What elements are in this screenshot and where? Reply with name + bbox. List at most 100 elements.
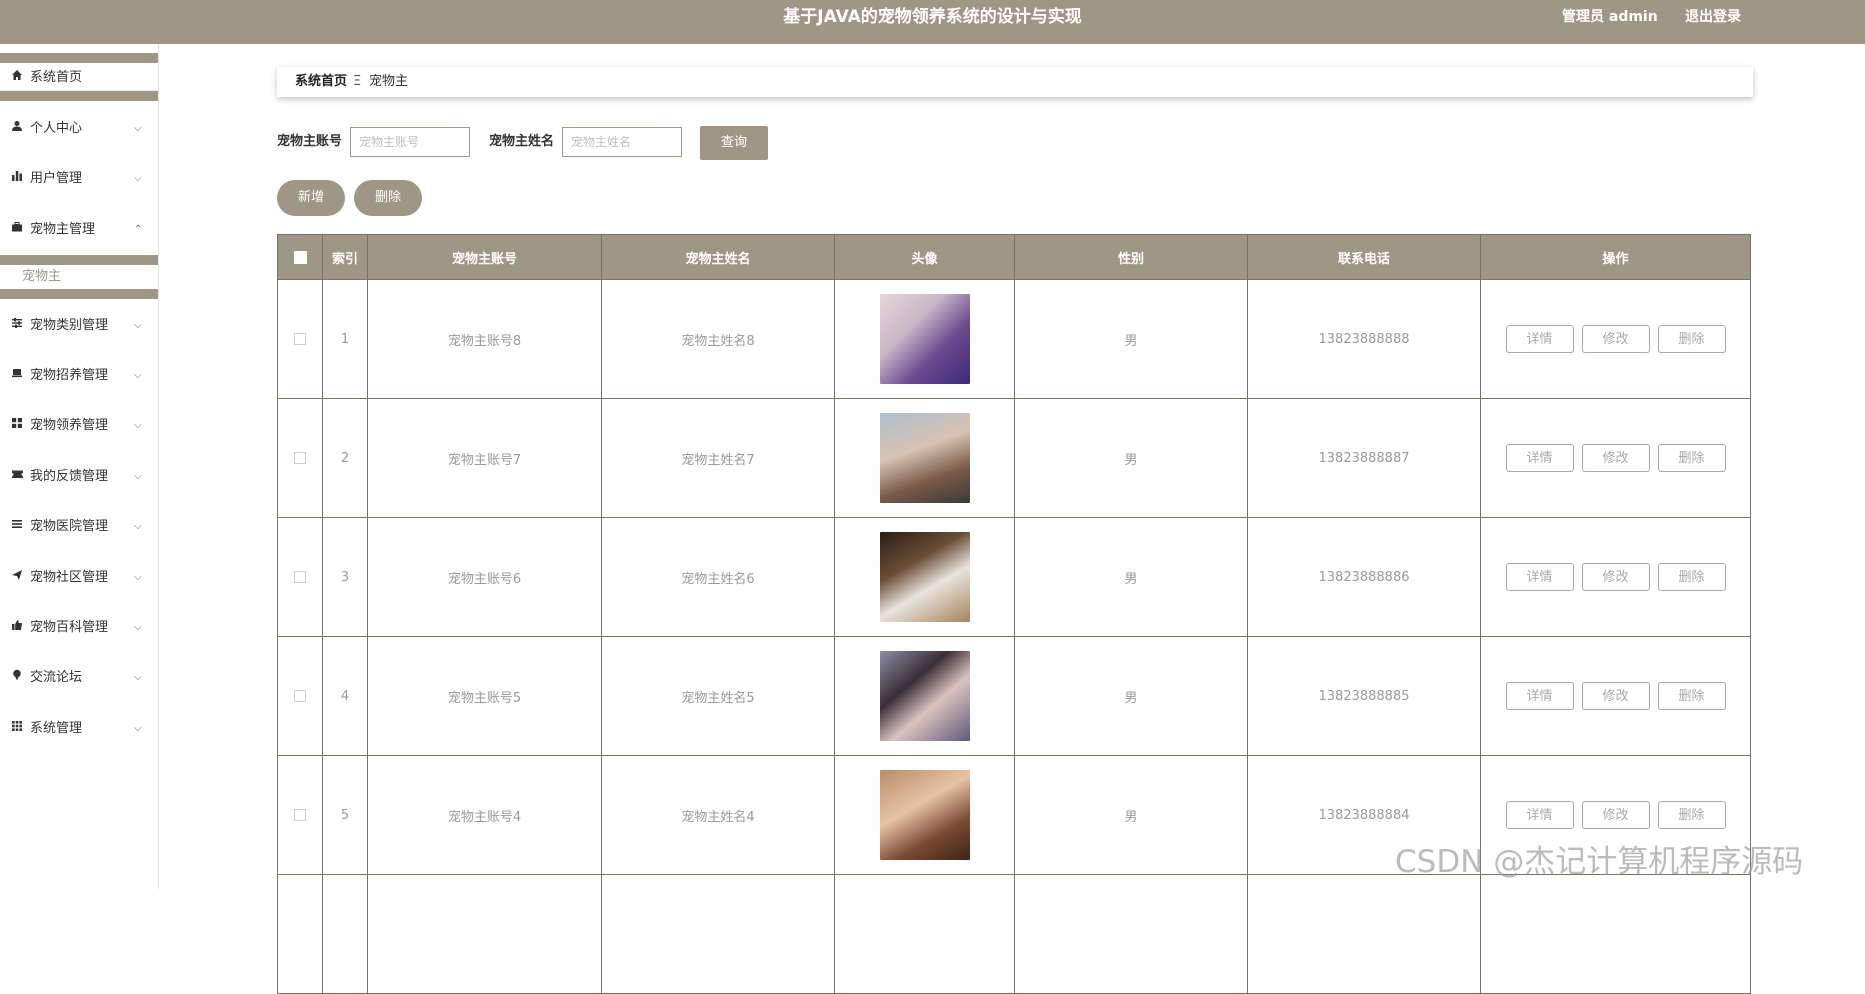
table-row: 1 宠物主账号8 宠物主姓名8 男 13823888888 详情 修改 删除: [277, 279, 1751, 399]
sidebar-item-pet-owner-management[interactable]: 宠物主管理 ⌃: [0, 218, 158, 242]
ticket-icon: [10, 465, 24, 489]
sidebar-item-label: 宠物社区管理: [30, 570, 109, 585]
select-all-checkbox[interactable]: [293, 250, 307, 264]
detail-button[interactable]: 详情: [1505, 563, 1574, 591]
detail-button[interactable]: 详情: [1505, 682, 1574, 710]
index-cell: 5: [322, 755, 368, 875]
empty-cell: [1247, 874, 1481, 994]
row-checkbox[interactable]: [294, 690, 306, 702]
table-header-row: 索引 宠物主账号 宠物主姓名 头像 性别 联系电话 操作: [277, 234, 1751, 280]
name-cell: 宠物主姓名8: [601, 279, 835, 399]
delete-button[interactable]: 删除: [1657, 325, 1726, 353]
send-icon: [10, 566, 24, 590]
sidebar-item-pet-category[interactable]: 宠物类别管理 ⌵: [0, 314, 158, 338]
sidebar-item-label: 宠物主管理: [30, 222, 96, 237]
sidebar-item-label: 宠物百科管理: [30, 620, 109, 635]
account-search-input[interactable]: [350, 127, 470, 157]
row-checkbox[interactable]: [294, 333, 306, 345]
chevron-down-icon: ⌵: [134, 420, 142, 431]
actions-cell: 详情 修改 删除: [1480, 279, 1751, 399]
account-label: 宠物主账号: [277, 134, 343, 149]
delete-button[interactable]: 删除: [1657, 563, 1726, 591]
empty-cell: [834, 874, 1015, 994]
column-header: 宠物主账号: [367, 234, 602, 280]
breadcrumb-current: 宠物主: [369, 74, 409, 89]
sidebar-subitem-label: 宠物主: [22, 269, 62, 284]
sidebar-item-pet-recruit[interactable]: 宠物招养管理 ⌵: [0, 364, 158, 388]
phone-cell: 13823888885: [1247, 636, 1481, 756]
breadcrumb: 系统首页 Ξ 宠物主: [277, 67, 1753, 97]
sidebar-item-home[interactable]: 系统首页: [0, 66, 158, 91]
sidebar-item-pet-community[interactable]: 宠物社区管理 ⌵: [0, 566, 158, 590]
sidebar-item-user-management[interactable]: 用户管理 ⌵: [0, 167, 158, 191]
chevron-down-icon: ⌵: [134, 320, 142, 331]
row-select-cell: [277, 755, 323, 875]
index-cell: 2: [322, 398, 368, 518]
empty-cell: [277, 874, 323, 994]
current-user: 管理员 admin: [1562, 9, 1658, 25]
index-cell: 1: [322, 279, 368, 399]
breadcrumb-separator: Ξ: [353, 74, 362, 89]
edit-button[interactable]: 修改: [1581, 444, 1650, 472]
phone-cell: 13823888888: [1247, 279, 1481, 399]
sidebar-item-pet-encyclopedia[interactable]: 宠物百科管理 ⌵: [0, 616, 158, 640]
sidebar-item-label: 宠物类别管理: [30, 318, 109, 333]
detail-button[interactable]: 详情: [1505, 325, 1574, 353]
sidebar-item-system-management[interactable]: 系统管理 ⌵: [0, 717, 158, 741]
sidebar-item-pet-hospital[interactable]: 宠物医院管理 ⌵: [0, 515, 158, 539]
row-checkbox[interactable]: [294, 452, 306, 464]
sidebar-item-pet-adoption[interactable]: 宠物领养管理 ⌵: [0, 414, 158, 438]
edit-button[interactable]: 修改: [1581, 563, 1650, 591]
sidebar-subitem-pet-owner[interactable]: 宠物主: [0, 265, 158, 289]
query-button[interactable]: 查询: [700, 126, 768, 160]
edit-button[interactable]: 修改: [1581, 325, 1650, 353]
name-cell: 宠物主姓名4: [601, 755, 835, 875]
chevron-down-icon: ⌵: [134, 471, 142, 482]
avatar: [879, 413, 970, 503]
detail-button[interactable]: 详情: [1505, 801, 1574, 829]
avatar-cell: [834, 517, 1015, 637]
empty-cell: [322, 874, 368, 994]
breadcrumb-home[interactable]: 系统首页: [295, 67, 347, 97]
sidebar-item-personal-center[interactable]: 个人中心 ⌵: [0, 117, 158, 141]
logout-button[interactable]: 退出登录: [1685, 0, 1741, 34]
account-cell: 宠物主账号6: [367, 517, 602, 637]
avatar-cell: [834, 279, 1015, 399]
sidebar-item-forum[interactable]: 交流论坛 ⌵: [0, 666, 158, 690]
table-row: 3 宠物主账号6 宠物主姓名6 男 13823888886 详情 修改 删除: [277, 517, 1751, 637]
sidebar-item-label: 宠物招养管理: [30, 368, 109, 383]
empty-cell: [601, 874, 835, 994]
empty-cell: [1014, 874, 1248, 994]
add-button[interactable]: 新增: [277, 180, 345, 216]
row-checkbox[interactable]: [294, 809, 306, 821]
edit-button[interactable]: 修改: [1581, 682, 1650, 710]
bar-chart-icon: [10, 167, 24, 191]
chevron-down-icon: ⌵: [134, 672, 142, 683]
batch-delete-button[interactable]: 删除: [354, 180, 422, 216]
sidebar: 系统首页 个人中心 ⌵ 用户管理 ⌵ 宠物主管理 ⌃ 宠物主 宠物类别管理 ⌵: [0, 44, 159, 889]
sidebar-item-feedback[interactable]: 我的反馈管理 ⌵: [0, 465, 158, 489]
sidebar-item-label: 用户管理: [30, 171, 83, 186]
chevron-down-icon: ⌵: [134, 173, 142, 184]
name-label: 宠物主姓名: [489, 134, 555, 149]
chevron-down-icon: ⌵: [134, 370, 142, 381]
sidebar-divider: [0, 53, 158, 63]
account-cell: 宠物主账号5: [367, 636, 602, 756]
name-search-input[interactable]: [562, 127, 682, 157]
delete-button[interactable]: 删除: [1657, 682, 1726, 710]
edit-button[interactable]: 修改: [1581, 801, 1650, 829]
account-cell: 宠物主账号8: [367, 279, 602, 399]
sidebar-divider: [0, 255, 158, 265]
gender-cell: 男: [1014, 279, 1248, 399]
sidebar-item-label: 宠物领养管理: [30, 418, 109, 433]
table-row: 2 宠物主账号7 宠物主姓名7 男 13823888887 详情 修改 删除: [277, 398, 1751, 518]
avatar-cell: [834, 755, 1015, 875]
delete-button[interactable]: 删除: [1657, 801, 1726, 829]
detail-button[interactable]: 详情: [1505, 444, 1574, 472]
gender-cell: 男: [1014, 636, 1248, 756]
index-cell: 3: [322, 517, 368, 637]
select-all-cell: [277, 234, 323, 280]
row-checkbox[interactable]: [294, 571, 306, 583]
delete-button[interactable]: 删除: [1657, 444, 1726, 472]
chevron-down-icon: ⌵: [134, 572, 142, 583]
